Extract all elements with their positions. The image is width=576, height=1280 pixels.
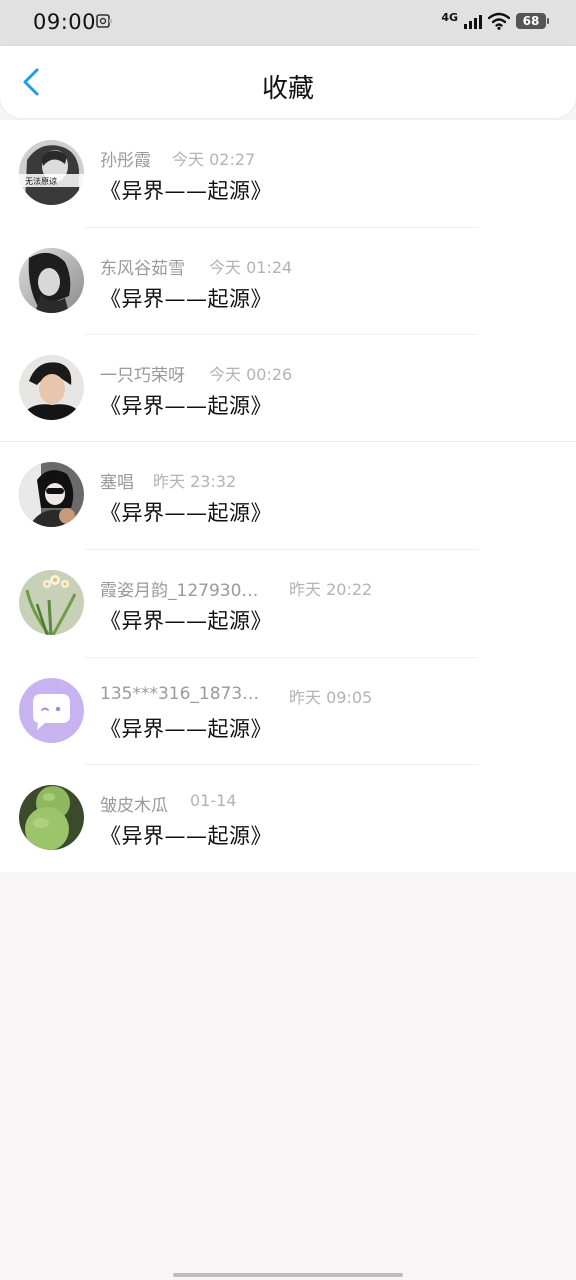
timestamp: 今天 01:24 [209,258,293,277]
list-item[interactable]: 135***316_1873… 昨天 09:05 《异界——起源》 [0,658,576,765]
timestamp: 01-14 [190,791,237,810]
username: 皱皮木瓜 [100,796,168,816]
avatar[interactable] [19,462,84,527]
avatar[interactable] [19,678,84,743]
avatar[interactable] [19,248,84,313]
username: 霞姿月韵_127930… [100,581,259,601]
avatar[interactable] [19,570,84,635]
page-title: 收藏 [261,74,314,104]
list-item[interactable]: 东风谷茹雪 今天 01:24 《异界——起源》 [0,228,576,335]
signal-icon [464,13,482,29]
header: 收藏 [0,46,576,118]
battery-icon: 68 [516,13,549,29]
timestamp: 今天 00:26 [209,365,293,384]
book-title[interactable]: 《异界——起源》 [100,390,272,420]
status-bar: 09:00 4G 68 [0,0,576,46]
book-title[interactable]: 《异界——起源》 [100,175,272,205]
book-title[interactable]: 《异界——起源》 [100,820,272,850]
avatar[interactable] [19,785,84,850]
timestamp: 昨天 23:32 [153,472,237,491]
username: 135***316_1873… [100,684,260,704]
avatar-badge-text: 无法原谅 [25,176,57,186]
avatar[interactable]: 无法原谅 [19,140,84,205]
username: 孙彤霞 [100,151,151,171]
favorites-list: 无法原谅 孙彤霞 今天 02:27 《异界——起源》 东风谷茹雪 今天 01:2… [0,120,576,872]
status-indicators: 4G 68 [441,10,549,30]
timestamp: 昨天 20:22 [289,580,373,599]
status-time: 09:00 [33,10,97,34]
list-item[interactable]: 皱皮木瓜 01-14 《异界——起源》 [0,765,576,872]
list-item[interactable]: 无法原谅 孙彤霞 今天 02:27 《异界——起源》 [0,120,576,227]
username: 一只巧荣呀 [100,366,185,386]
list-item[interactable]: 塞唱 昨天 23:32 《异界——起源》 [0,442,576,549]
list-item[interactable]: 一只巧荣呀 今天 00:26 《异界——起源》 [0,335,576,442]
book-title[interactable]: 《异界——起源》 [100,713,272,743]
book-title[interactable]: 《异界——起源》 [100,497,272,527]
timestamp: 昨天 09:05 [289,688,373,707]
book-title[interactable]: 《异界——起源》 [100,283,272,313]
username: 塞唱 [100,473,134,493]
avatar[interactable] [19,355,84,420]
home-indicator[interactable] [173,1273,403,1277]
network-type: 4G [441,10,458,24]
list-item[interactable]: 霞姿月韵_127930… 昨天 20:22 《异界——起源》 [0,550,576,657]
timestamp: 今天 02:27 [172,150,256,169]
notification-app-icon [96,14,112,28]
username: 东风谷茹雪 [100,259,185,279]
book-title[interactable]: 《异界——起源》 [100,605,272,635]
wifi-icon [488,12,510,30]
